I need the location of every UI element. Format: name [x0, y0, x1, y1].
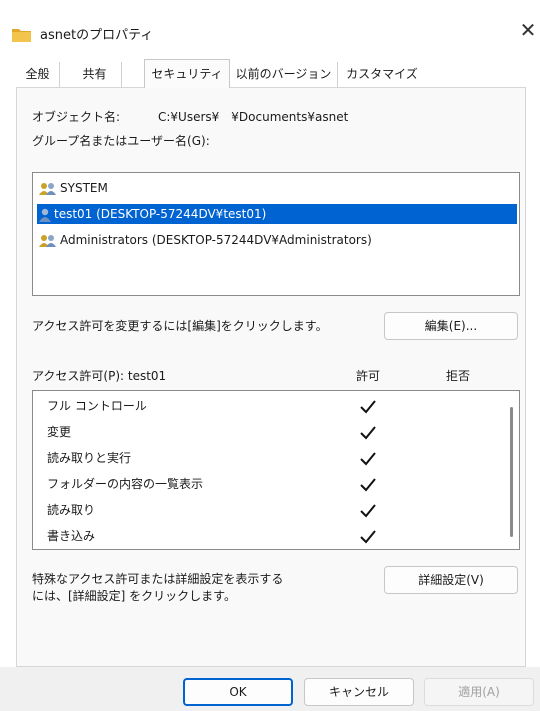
groups-listbox[interactable]: SYSTEM test01 (DESKTOP-57244DV¥test01) A…: [32, 172, 520, 296]
group-item-test01[interactable]: test01 (DESKTOP-57244DV¥test01): [37, 204, 517, 224]
group-item-system[interactable]: SYSTEM: [37, 178, 108, 198]
permission-row-read-execute: 読み取りと実行: [47, 451, 132, 465]
tab-previous-versions[interactable]: 以前のバージョン: [230, 62, 338, 87]
object-name-label: オブジェクト名:: [32, 110, 121, 124]
group-item-label: SYSTEM: [60, 181, 108, 195]
object-path: C:¥Users¥ ¥Documents¥asnet: [158, 110, 349, 124]
permission-row-read: 読み取り: [47, 503, 96, 517]
advanced-hint-line1: 特殊なアクセス許可または詳細設定を表示する: [32, 572, 284, 586]
advanced-hint: 特殊なアクセス許可または詳細設定を表示する には、[詳細設定] をクリックします…: [32, 571, 283, 605]
allow-check-icon: [360, 426, 376, 440]
advanced-hint-line2: には、[詳細設定] をクリックします。: [32, 589, 236, 603]
tab-security[interactable]: セキュリティ: [144, 59, 230, 88]
cancel-button[interactable]: キャンセル: [304, 678, 414, 706]
allow-check-icon: [360, 452, 376, 466]
permission-row-full-control: フル コントロール: [47, 399, 147, 413]
edit-button[interactable]: 編集(E)...: [384, 312, 518, 340]
permissions-label: アクセス許可(P): test01: [32, 369, 167, 383]
tab-customize[interactable]: カスタマイズ: [340, 62, 424, 87]
group-item-label: test01 (DESKTOP-57244DV¥test01): [54, 207, 267, 221]
close-button[interactable]: ✕: [518, 18, 538, 42]
group-item-label: Administrators (DESKTOP-57244DV¥Administ…: [60, 233, 372, 247]
group-item-administrators[interactable]: Administrators (DESKTOP-57244DV¥Administ…: [37, 230, 372, 250]
allow-check-icon: [360, 530, 376, 544]
permission-row-list-folder: フォルダーの内容の一覧表示: [47, 477, 204, 491]
tab-sharing[interactable]: 共有: [68, 62, 122, 87]
ok-button[interactable]: OK: [183, 678, 293, 706]
window-title: asnetのプロパティ: [40, 28, 154, 43]
user-icon: [39, 208, 51, 222]
advanced-button[interactable]: 詳細設定(V): [384, 566, 518, 594]
edit-hint: アクセス許可を変更するには[編集]をクリックします。: [32, 319, 328, 333]
groups-label: グループ名またはユーザー名(G):: [32, 134, 210, 148]
allow-check-icon: [360, 504, 376, 518]
group-users-icon: [39, 182, 56, 195]
group-users-icon: [39, 234, 56, 247]
permissions-list: フル コントロール 変更 読み取りと実行 フォルダーの内容の一覧表示 読み取り …: [32, 390, 520, 550]
permission-row-modify: 変更: [47, 425, 72, 439]
permission-row-write: 書き込み: [47, 529, 96, 543]
allow-check-icon: [360, 400, 376, 414]
close-icon: ✕: [519, 18, 537, 42]
apply-button[interactable]: 適用(A): [424, 678, 534, 706]
title-bar: asnetのプロパティ ✕: [0, 0, 540, 58]
allow-column-header: 許可: [356, 369, 381, 383]
scrollbar-thumb[interactable]: [510, 407, 513, 537]
deny-column-header: 拒否: [446, 369, 471, 383]
allow-check-icon: [360, 478, 376, 492]
tab-general[interactable]: 全般: [16, 62, 60, 87]
folder-icon: [12, 29, 31, 42]
